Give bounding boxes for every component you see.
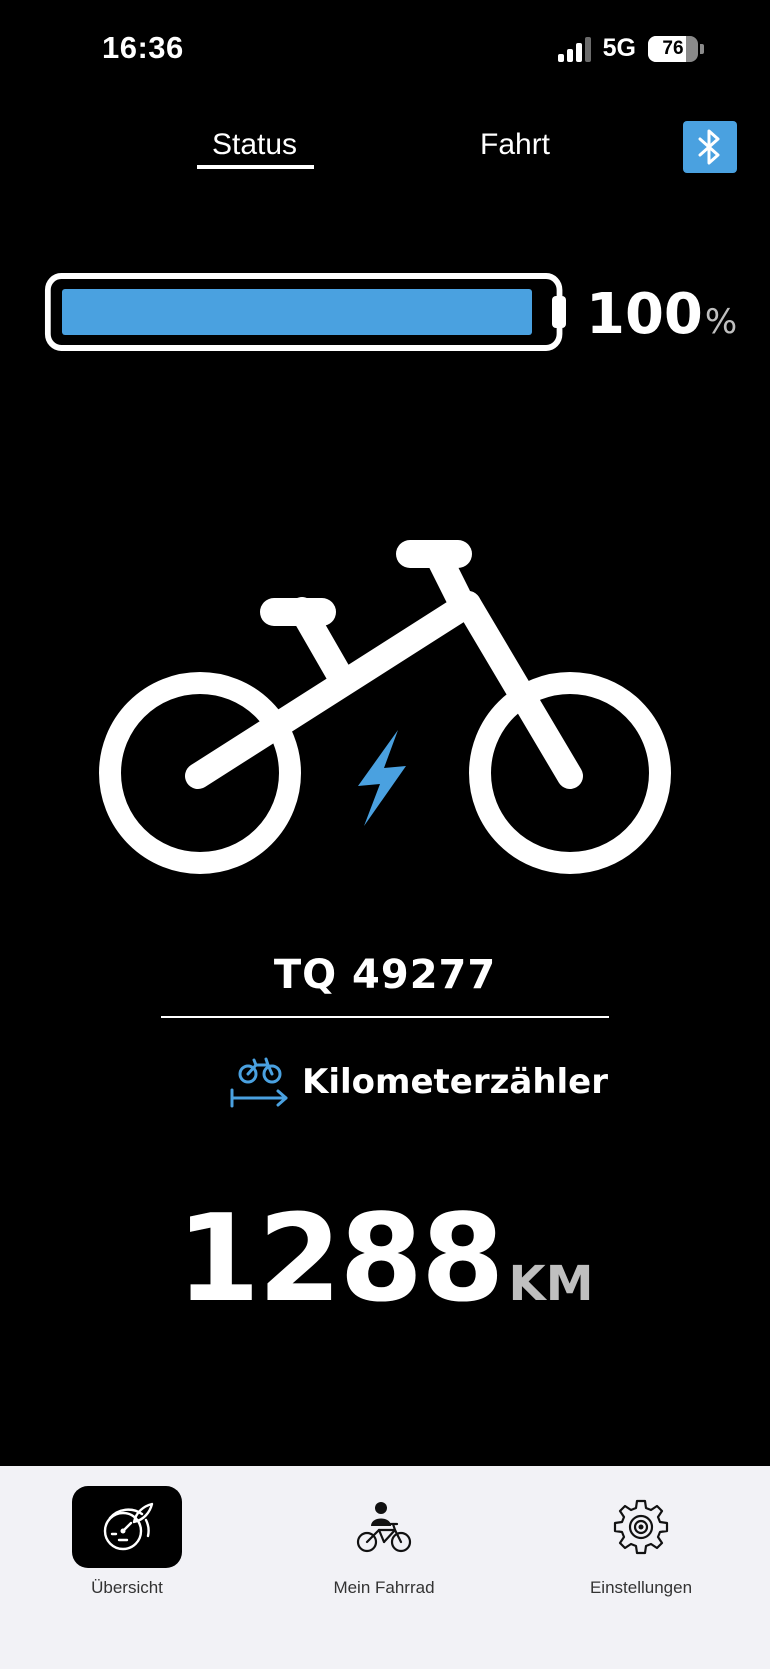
tab-status[interactable]: Status bbox=[212, 128, 297, 162]
odometer-label: Kilometerzähler bbox=[302, 1062, 608, 1102]
divider bbox=[161, 1016, 609, 1018]
nav-item-mein-fahrrad[interactable]: Mein Fahrrad bbox=[284, 1486, 484, 1598]
odometer-bike-icon bbox=[230, 1057, 288, 1108]
odometer-unit: KM bbox=[508, 1256, 594, 1312]
odometer-value: 1288 bbox=[176, 1190, 505, 1329]
nav-label-einstellungen: Einstellungen bbox=[589, 1578, 693, 1597]
rider-bike-icon bbox=[356, 1502, 412, 1553]
lightning-bolt-icon bbox=[358, 730, 406, 826]
bluetooth-button[interactable] bbox=[683, 121, 737, 173]
battery-percent-value: 100 bbox=[586, 282, 703, 347]
gear-icon bbox=[613, 1499, 669, 1555]
battery-terminal bbox=[552, 296, 566, 328]
bluetooth-icon bbox=[698, 129, 720, 165]
nav-item-uebersicht[interactable]: Übersicht bbox=[27, 1486, 227, 1598]
battery-percent-unit: % bbox=[704, 302, 738, 342]
bike-battery-fill bbox=[62, 289, 532, 335]
speedometer-icon bbox=[103, 1502, 154, 1551]
active-tab-indicator bbox=[197, 165, 314, 169]
cellular-signal-icon bbox=[557, 36, 591, 62]
status-time: 16:36 bbox=[102, 30, 184, 65]
tab-fahrt[interactable]: Fahrt bbox=[480, 128, 550, 162]
bike-name: TQ 49277 bbox=[273, 952, 497, 998]
nav-item-einstellungen[interactable]: Einstellungen bbox=[541, 1486, 741, 1598]
e-bike-icon bbox=[99, 540, 671, 874]
status-indicators: 5G 76 bbox=[557, 34, 704, 63]
odometer-reading: 1288 KM bbox=[0, 1200, 770, 1320]
bottom-navigation: Übersicht Mein Fahrrad Einstellungen bbox=[0, 1466, 770, 1669]
bike-battery-gauge bbox=[44, 273, 566, 351]
odometer-header: Kilometerzähler bbox=[228, 1056, 608, 1108]
bike-battery-percentage: 100 % bbox=[586, 282, 737, 347]
nav-label-uebersicht: Übersicht bbox=[91, 1578, 163, 1597]
phone-battery-level: 76 bbox=[662, 37, 684, 59]
nav-label-mein-fahrrad: Mein Fahrrad bbox=[333, 1578, 435, 1597]
network-type: 5G bbox=[602, 34, 636, 62]
phone-battery-icon: 76 bbox=[648, 35, 704, 62]
